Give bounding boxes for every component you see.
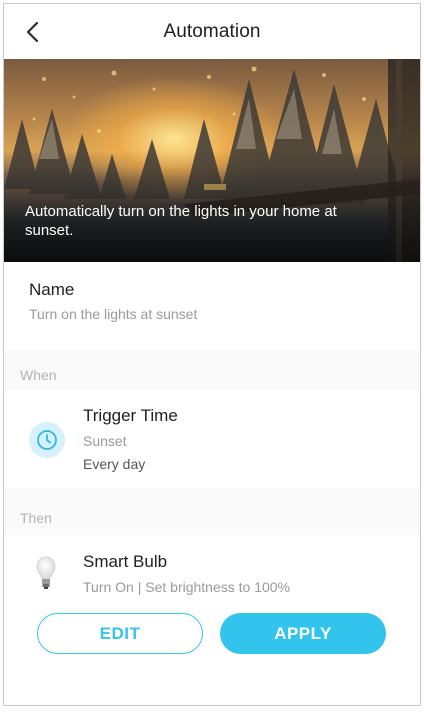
action-detail: Turn On | Set brightness to 100% bbox=[83, 579, 291, 595]
smart-bulb-action-row[interactable]: Smart Bulb Turn On | Set brightness to 1… bbox=[4, 535, 420, 665]
page-title: Automation bbox=[163, 20, 261, 42]
back-button[interactable] bbox=[18, 17, 48, 47]
name-value: Turn on the lights at sunset bbox=[29, 306, 198, 322]
name-label: Name bbox=[29, 280, 75, 299]
then-section-label: Then bbox=[4, 500, 420, 535]
chevron-left-icon bbox=[26, 21, 39, 43]
hero-image: Automatically turn on the lights in your… bbox=[4, 59, 420, 262]
clock-icon bbox=[29, 422, 65, 458]
trigger-time-row[interactable]: Trigger Time Sunset Every day bbox=[4, 390, 420, 488]
device-name: Smart Bulb bbox=[83, 552, 168, 571]
trigger-title: Trigger Time bbox=[83, 406, 178, 425]
edit-button[interactable]: EDIT bbox=[37, 613, 203, 654]
trigger-repeat: Every day bbox=[83, 456, 146, 472]
name-section[interactable]: Name Turn on the lights at sunset bbox=[4, 262, 420, 350]
trigger-event: Sunset bbox=[83, 433, 127, 449]
header: Automation bbox=[4, 4, 420, 59]
action-text: Smart Bulb Turn On | Set brightness to 1… bbox=[83, 552, 290, 595]
apply-button[interactable]: APPLY bbox=[220, 613, 386, 654]
when-section-label: When bbox=[4, 357, 420, 390]
section-divider bbox=[4, 350, 420, 357]
hero-caption: Automatically turn on the lights in your… bbox=[25, 203, 337, 239]
automation-screen: Automation Automatically turn on the lig… bbox=[3, 3, 421, 706]
trigger-text: Trigger Time Sunset Every day bbox=[83, 406, 178, 472]
bulb-icon bbox=[34, 555, 58, 591]
section-divider bbox=[4, 488, 420, 500]
